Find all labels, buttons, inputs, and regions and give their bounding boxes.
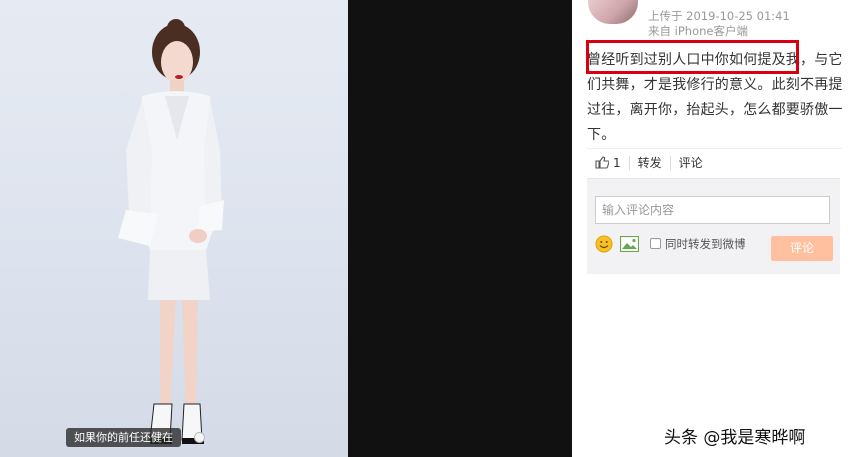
repost-checkbox[interactable] xyxy=(650,238,661,249)
repost-checkbox-label: 同时转发到微博 xyxy=(665,237,746,251)
caption-dot-indicator[interactable] xyxy=(194,432,205,443)
post-source: 来自 iPhone客户端 xyxy=(648,24,748,38)
woman-figure-image xyxy=(118,19,224,444)
comment-tab[interactable]: 评论 xyxy=(669,155,711,170)
submit-comment-button[interactable]: 评论 xyxy=(771,236,833,261)
post-text: 曾经听到过别人口中你如何提及我，与它们共舞，才是我修行的意义。此刻不再提过往，离… xyxy=(587,52,843,143)
upload-time: 上传于 2019-10-25 01:41 xyxy=(648,9,790,23)
thumbs-up-icon xyxy=(595,156,609,169)
comment-input[interactable] xyxy=(595,196,830,224)
repost-button[interactable]: 转发 xyxy=(628,155,670,170)
post-photo[interactable]: 如果你的前任还健在 xyxy=(0,0,348,457)
repost-label: 转发 xyxy=(637,156,662,170)
image-upload-icon[interactable] xyxy=(620,236,639,252)
comment-tab-label: 评论 xyxy=(678,156,703,170)
like-count: 1 xyxy=(613,155,621,170)
comment-box: 同时转发到微博 评论 xyxy=(587,178,840,274)
watermark: 头条 @我是寒晔啊 xyxy=(664,428,806,448)
photo-caption: 如果你的前任还健在 xyxy=(66,428,181,447)
like-button[interactable]: 1 xyxy=(587,156,629,170)
emoji-icon[interactable] xyxy=(595,235,613,253)
action-bar: 1 转发 评论 xyxy=(587,148,842,176)
user-avatar[interactable] xyxy=(588,0,638,24)
dark-background-band xyxy=(348,0,572,457)
